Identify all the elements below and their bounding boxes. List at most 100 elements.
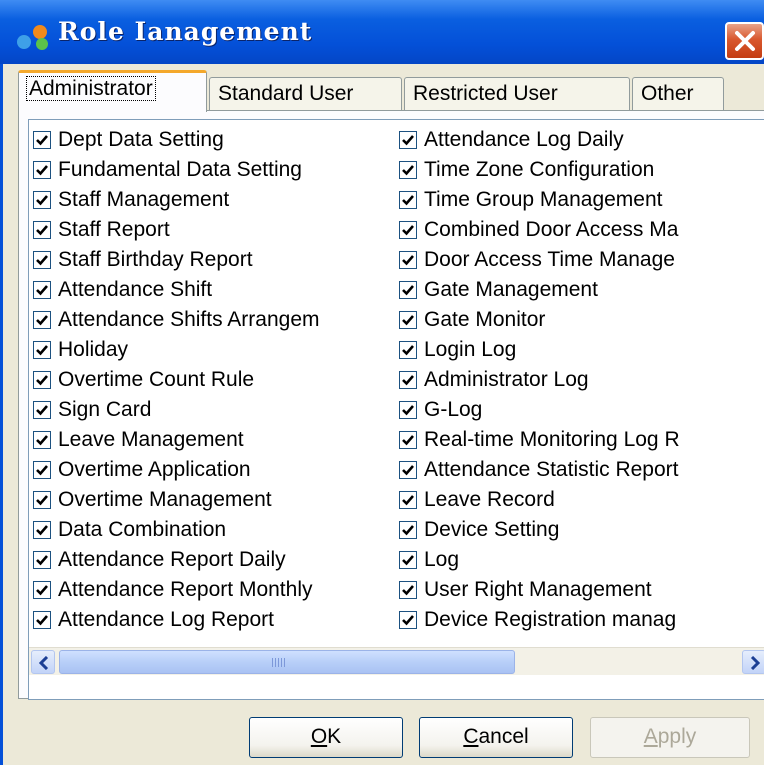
- permission-checkbox[interactable]: [33, 551, 51, 569]
- scroll-left-button[interactable]: [31, 650, 55, 674]
- permission-item[interactable]: Attendance Shift: [29, 275, 394, 305]
- permission-item[interactable]: Attendance Statistic Report: [395, 455, 764, 485]
- permission-item[interactable]: Overtime Count Rule: [29, 365, 394, 395]
- permission-checkbox[interactable]: [399, 371, 417, 389]
- permission-checkbox[interactable]: [399, 281, 417, 299]
- close-icon: [735, 31, 755, 51]
- title-bar[interactable]: Role Ianagement: [0, 0, 764, 64]
- permission-checkbox[interactable]: [399, 401, 417, 419]
- permission-item[interactable]: Combined Door Access Ma: [395, 215, 764, 245]
- permission-checkbox[interactable]: [399, 581, 417, 599]
- permission-item[interactable]: Dept Data Setting: [29, 125, 394, 155]
- scroll-right-button[interactable]: [742, 650, 764, 674]
- permission-item[interactable]: Leave Management: [29, 425, 394, 455]
- permission-checkbox[interactable]: [33, 401, 51, 419]
- permission-checkbox[interactable]: [33, 281, 51, 299]
- permission-item[interactable]: Attendance Log Daily: [395, 125, 764, 155]
- tab-label: Standard User: [218, 82, 354, 105]
- permission-checkbox[interactable]: [399, 161, 417, 179]
- permission-item[interactable]: User Right Management: [395, 575, 764, 605]
- permission-label: Time Group Management: [424, 188, 663, 211]
- permission-checkbox[interactable]: [399, 251, 417, 269]
- permission-item[interactable]: Time Group Management: [395, 185, 764, 215]
- apply-mnemonic: A: [643, 725, 658, 748]
- tab-restricted-user[interactable]: Restricted User: [404, 77, 630, 111]
- permission-item[interactable]: Login Log: [395, 335, 764, 365]
- permission-item[interactable]: Attendance Log Report: [29, 605, 394, 635]
- permission-checkbox[interactable]: [33, 611, 51, 629]
- permission-item[interactable]: Gate Management: [395, 275, 764, 305]
- close-button[interactable]: [725, 22, 764, 60]
- permission-item[interactable]: Staff Report: [29, 215, 394, 245]
- permission-item[interactable]: Time Zone Configuration: [395, 155, 764, 185]
- permission-checkbox[interactable]: [399, 521, 417, 539]
- ok-button[interactable]: OK: [249, 717, 403, 758]
- permission-checkbox[interactable]: [399, 221, 417, 239]
- checkmark-icon: [402, 495, 414, 506]
- permission-label: Staff Management: [58, 188, 230, 211]
- permission-checkbox[interactable]: [399, 311, 417, 329]
- permission-item[interactable]: G-Log: [395, 395, 764, 425]
- permission-checkbox[interactable]: [33, 581, 51, 599]
- tab-label: Restricted User: [413, 82, 558, 105]
- checkmark-icon: [36, 315, 48, 326]
- permission-label: Login Log: [424, 338, 517, 361]
- permission-item[interactable]: Data Combination: [29, 515, 394, 545]
- tab-administrator[interactable]: Administrator: [18, 70, 207, 112]
- permission-checkbox[interactable]: [33, 341, 51, 359]
- permission-label: Log: [424, 548, 460, 571]
- permission-checkbox[interactable]: [33, 461, 51, 479]
- permission-checkbox[interactable]: [399, 551, 417, 569]
- permission-checkbox[interactable]: [33, 191, 51, 209]
- tab-other[interactable]: Other: [632, 77, 724, 111]
- permission-item[interactable]: Leave Record: [395, 485, 764, 515]
- permission-item[interactable]: Holiday: [29, 335, 394, 365]
- permission-checkbox[interactable]: [33, 431, 51, 449]
- permission-item[interactable]: Overtime Application: [29, 455, 394, 485]
- permission-item[interactable]: Door Access Time Manage: [395, 245, 764, 275]
- permission-item[interactable]: Attendance Report Daily: [29, 545, 394, 575]
- cancel-button[interactable]: Cancel: [419, 717, 573, 758]
- chevron-right-icon: [750, 656, 760, 670]
- permission-label: Administrator Log: [424, 368, 589, 391]
- permission-checkbox[interactable]: [33, 161, 51, 179]
- permission-checkbox[interactable]: [33, 131, 51, 149]
- permission-column-2: Attendance Log Daily Time Zone Configurat…: [395, 125, 764, 635]
- permission-item[interactable]: Sign Card: [29, 395, 394, 425]
- scroll-thumb[interactable]: [59, 650, 515, 674]
- permission-checkbox[interactable]: [399, 611, 417, 629]
- permission-checkbox[interactable]: [399, 491, 417, 509]
- horizontal-scrollbar[interactable]: [29, 647, 764, 675]
- permission-checkbox[interactable]: [33, 521, 51, 539]
- permission-label: Device Setting: [424, 518, 560, 541]
- permission-checkbox[interactable]: [33, 311, 51, 329]
- permission-checkbox[interactable]: [399, 341, 417, 359]
- permission-item[interactable]: Overtime Management: [29, 485, 394, 515]
- permission-checkbox[interactable]: [33, 491, 51, 509]
- permission-checkbox[interactable]: [399, 461, 417, 479]
- permission-item[interactable]: Administrator Log: [395, 365, 764, 395]
- checkmark-icon: [402, 285, 414, 296]
- permission-checkbox[interactable]: [33, 371, 51, 389]
- permission-list[interactable]: Dept Data Setting Fundamental Data Settin…: [28, 119, 764, 700]
- permission-checkbox[interactable]: [33, 251, 51, 269]
- permission-item[interactable]: Gate Monitor: [395, 305, 764, 335]
- checkmark-icon: [36, 615, 48, 626]
- permission-item[interactable]: Log: [395, 545, 764, 575]
- permission-column-1: Dept Data Setting Fundamental Data Settin…: [29, 125, 394, 635]
- permission-item[interactable]: Device Registration manag: [395, 605, 764, 635]
- permission-item[interactable]: Device Setting: [395, 515, 764, 545]
- permission-item[interactable]: Staff Birthday Report: [29, 245, 394, 275]
- permission-item[interactable]: Staff Management: [29, 185, 394, 215]
- permission-label: G-Log: [424, 398, 483, 421]
- permission-checkbox[interactable]: [399, 131, 417, 149]
- tab-standard-user[interactable]: Standard User: [209, 77, 402, 111]
- permission-checkbox[interactable]: [399, 191, 417, 209]
- permission-checkbox[interactable]: [399, 431, 417, 449]
- permission-item[interactable]: Real-time Monitoring Log R: [395, 425, 764, 455]
- permission-item[interactable]: Attendance Shifts Arrangem: [29, 305, 394, 335]
- permission-item[interactable]: Fundamental Data Setting: [29, 155, 394, 185]
- permission-item[interactable]: Attendance Report Monthly: [29, 575, 394, 605]
- permission-checkbox[interactable]: [33, 221, 51, 239]
- apply-button[interactable]: Apply: [590, 717, 750, 758]
